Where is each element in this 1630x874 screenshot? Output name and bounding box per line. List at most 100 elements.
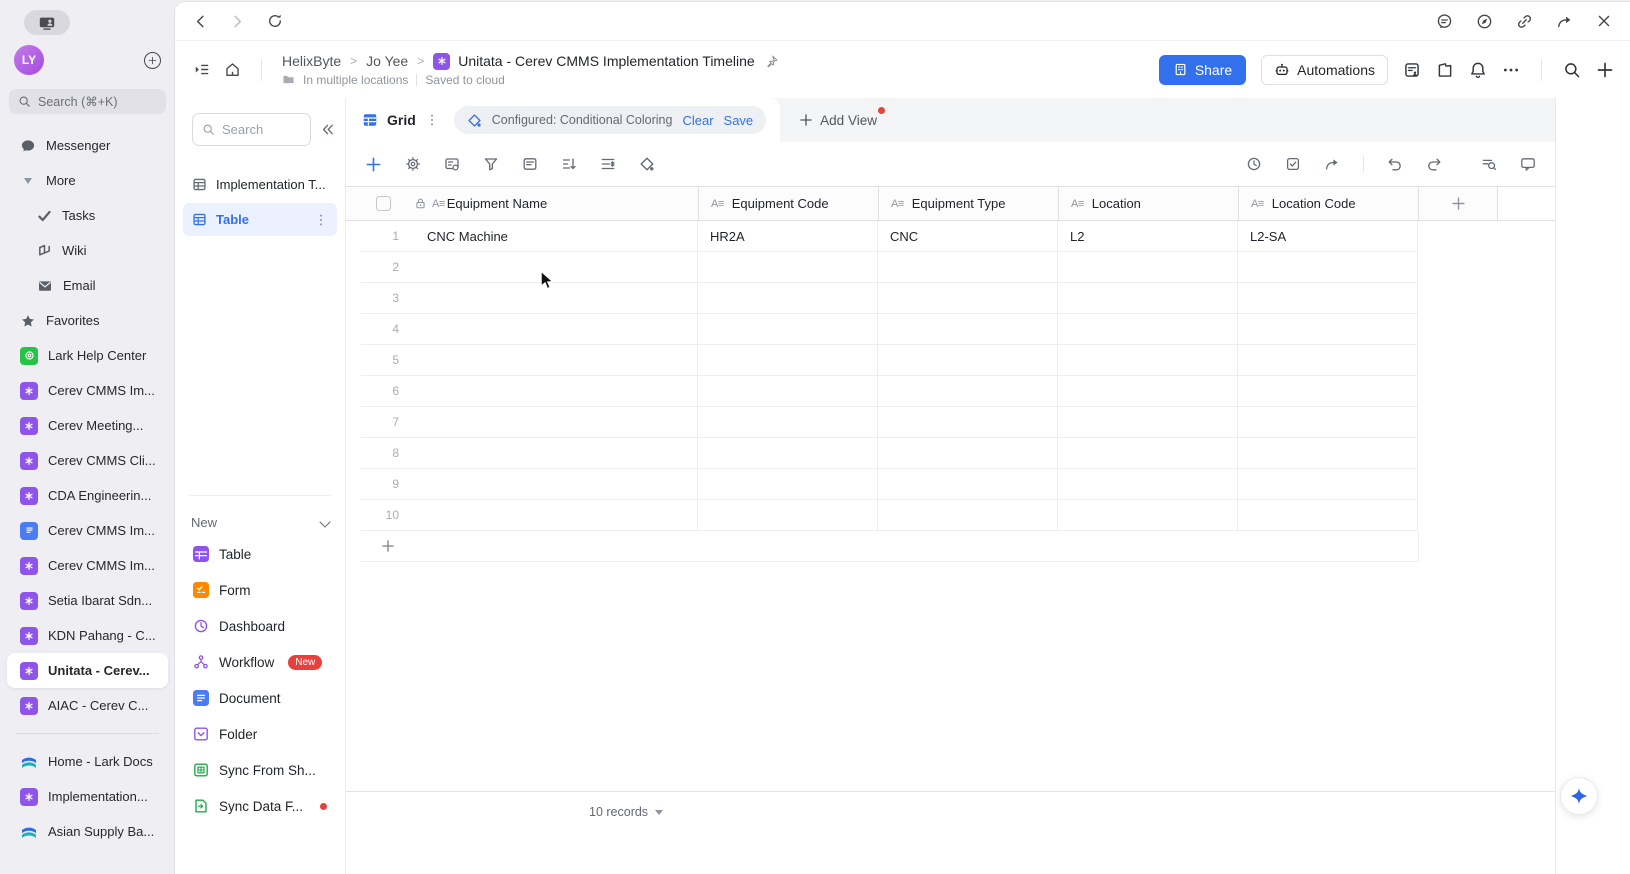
sidebar-item-base[interactable]: Cerev CMMS Cli... bbox=[7, 443, 168, 478]
table-row[interactable]: 3 bbox=[346, 283, 1555, 314]
location-note[interactable]: In multiple locations bbox=[303, 73, 408, 87]
sync-data-button[interactable]: Sync Data F... bbox=[175, 788, 345, 824]
new-dashboard-button[interactable]: Dashboard bbox=[175, 608, 345, 644]
cell-location-code[interactable] bbox=[1238, 376, 1418, 407]
select-all-checkbox[interactable] bbox=[376, 196, 391, 211]
cell-location[interactable] bbox=[1058, 407, 1238, 438]
add-view-button[interactable]: Add View bbox=[799, 98, 885, 142]
cell-location-code[interactable] bbox=[1238, 314, 1418, 345]
cell-equipment-code[interactable] bbox=[698, 252, 878, 283]
back-button[interactable] bbox=[193, 14, 208, 29]
table-row[interactable]: 7 bbox=[346, 407, 1555, 438]
conditional-color-icon[interactable] bbox=[639, 156, 655, 172]
new-workflow-button[interactable]: Workflow New bbox=[175, 644, 345, 680]
cell-location-code[interactable] bbox=[1238, 438, 1418, 469]
cell-equipment-code[interactable] bbox=[698, 438, 878, 469]
checkbox-icon[interactable] bbox=[1285, 156, 1301, 172]
cell-equipment-type[interactable] bbox=[878, 283, 1058, 314]
widget-icon[interactable] bbox=[1436, 61, 1454, 79]
cell-location[interactable] bbox=[1058, 376, 1238, 407]
breadcrumb-item[interactable]: HelixByte bbox=[282, 53, 341, 69]
sidebar-item-favorites[interactable]: Favorites bbox=[7, 303, 168, 338]
cell-location-code[interactable] bbox=[1238, 500, 1418, 531]
cell-location-code[interactable] bbox=[1238, 407, 1418, 438]
cell-equipment-code[interactable] bbox=[698, 469, 878, 500]
cell-equipment-type[interactable] bbox=[878, 345, 1058, 376]
search-records-icon[interactable] bbox=[1481, 156, 1497, 172]
filter-icon[interactable] bbox=[483, 156, 499, 172]
cell-equipment-type[interactable] bbox=[878, 252, 1058, 283]
cell-location[interactable] bbox=[1058, 500, 1238, 531]
home-icon[interactable] bbox=[224, 61, 241, 78]
cell-equipment-code[interactable] bbox=[698, 314, 878, 345]
redo-icon[interactable] bbox=[1426, 156, 1442, 172]
comments-icon[interactable] bbox=[1520, 156, 1536, 172]
cell-equipment-code[interactable] bbox=[698, 283, 878, 314]
cell-equipment-name[interactable]: 3 bbox=[361, 283, 698, 314]
cell-equipment-name[interactable]: 4 bbox=[361, 314, 698, 345]
cell-equipment-name[interactable]: 9 bbox=[361, 469, 698, 500]
forward-button[interactable] bbox=[230, 14, 245, 29]
cell-equipment-type[interactable]: CNC bbox=[878, 221, 1058, 252]
ai-assistant-button[interactable] bbox=[1560, 777, 1598, 815]
table-row[interactable]: 5 bbox=[346, 345, 1555, 376]
sidebar-item-base[interactable]: Setia Ibarat Sdn... bbox=[7, 583, 168, 618]
cell-location[interactable] bbox=[1058, 469, 1238, 500]
sidebar-item-help-center[interactable]: Lark Help Center bbox=[7, 338, 168, 373]
cell-location-code[interactable] bbox=[1238, 283, 1418, 314]
cell-location-code[interactable] bbox=[1238, 345, 1418, 376]
cell-location[interactable] bbox=[1058, 283, 1238, 314]
search-icon[interactable] bbox=[1563, 61, 1581, 79]
sidebar-item-base[interactable]: KDN Pahang - C... bbox=[7, 618, 168, 653]
add-record-row[interactable] bbox=[346, 531, 1555, 562]
history-icon[interactable] bbox=[1246, 156, 1262, 172]
cell-equipment-code[interactable] bbox=[698, 376, 878, 407]
sidebar-item-doc[interactable]: Cerev CMMS Im... bbox=[7, 513, 168, 548]
cell-location[interactable] bbox=[1058, 252, 1238, 283]
sidebar-item-base-selected[interactable]: Unitata - Cerev... bbox=[7, 653, 168, 688]
cell-location[interactable] bbox=[1058, 314, 1238, 345]
cell-equipment-name[interactable]: 5 bbox=[361, 345, 698, 376]
sidebar-item-base[interactable]: CDA Engineerin... bbox=[7, 478, 168, 513]
sidebar-item-wiki[interactable]: Wiki bbox=[7, 233, 168, 268]
new-document-button[interactable]: Document bbox=[175, 680, 345, 716]
table-row[interactable]: 4 bbox=[346, 314, 1555, 345]
grid-view-tab[interactable]: Grid Configured: Conditional Coloring Cl… bbox=[346, 98, 781, 142]
sidebar-item-messenger[interactable]: Messenger bbox=[7, 128, 168, 163]
cell-equipment-code[interactable]: HR2A bbox=[698, 221, 878, 252]
new-folder-button[interactable]: Folder bbox=[175, 716, 345, 752]
share-button[interactable]: Share bbox=[1158, 54, 1247, 85]
table-row[interactable]: 10 bbox=[346, 500, 1555, 531]
table-row[interactable]: 2 bbox=[346, 252, 1555, 283]
sidebar-item-more[interactable]: More bbox=[7, 163, 168, 198]
sidebar-item-base[interactable]: Cerev Meeting... bbox=[7, 408, 168, 443]
table-row[interactable]: 8 bbox=[346, 438, 1555, 469]
column-header-location[interactable]: A≡ Location bbox=[1059, 187, 1239, 220]
cell-location[interactable] bbox=[1058, 345, 1238, 376]
more-icon[interactable] bbox=[1502, 61, 1520, 79]
collapse-panel-icon[interactable] bbox=[320, 122, 335, 137]
chevron-down-icon[interactable] bbox=[319, 516, 331, 528]
cell-equipment-name[interactable]: 7 bbox=[361, 407, 698, 438]
sidebar-item-docs-home[interactable]: Home - Lark Docs bbox=[7, 744, 168, 779]
bell-icon[interactable] bbox=[1469, 61, 1487, 79]
cell-equipment-name[interactable]: 8 bbox=[361, 438, 698, 469]
sidebar-item-base[interactable]: Cerev CMMS Im... bbox=[7, 548, 168, 583]
cell-location-code[interactable] bbox=[1238, 469, 1418, 500]
cell-equipment-type[interactable] bbox=[878, 469, 1058, 500]
cell-equipment-name[interactable]: 6 bbox=[361, 376, 698, 407]
cell-equipment-name[interactable]: 10 bbox=[361, 500, 698, 531]
panel-search-input[interactable]: Search bbox=[192, 113, 311, 146]
settings-icon[interactable] bbox=[405, 156, 421, 172]
column-header-equipment-type[interactable]: A≡ Equipment Type bbox=[879, 187, 1059, 220]
sidebar-item-tasks[interactable]: Tasks bbox=[7, 198, 168, 233]
cell-location-code[interactable]: L2-SA bbox=[1238, 221, 1418, 252]
add-record-button[interactable] bbox=[365, 156, 382, 173]
cell-equipment-type[interactable] bbox=[878, 376, 1058, 407]
undo-icon[interactable] bbox=[1387, 156, 1403, 172]
item-menu-icon[interactable] bbox=[314, 213, 328, 227]
permissions-icon[interactable] bbox=[1403, 61, 1421, 79]
tab-menu-icon[interactable] bbox=[425, 113, 439, 127]
sidebar-item-base[interactable]: AIAC - Cerev C... bbox=[7, 688, 168, 723]
new-table-button[interactable]: Table bbox=[175, 536, 345, 572]
